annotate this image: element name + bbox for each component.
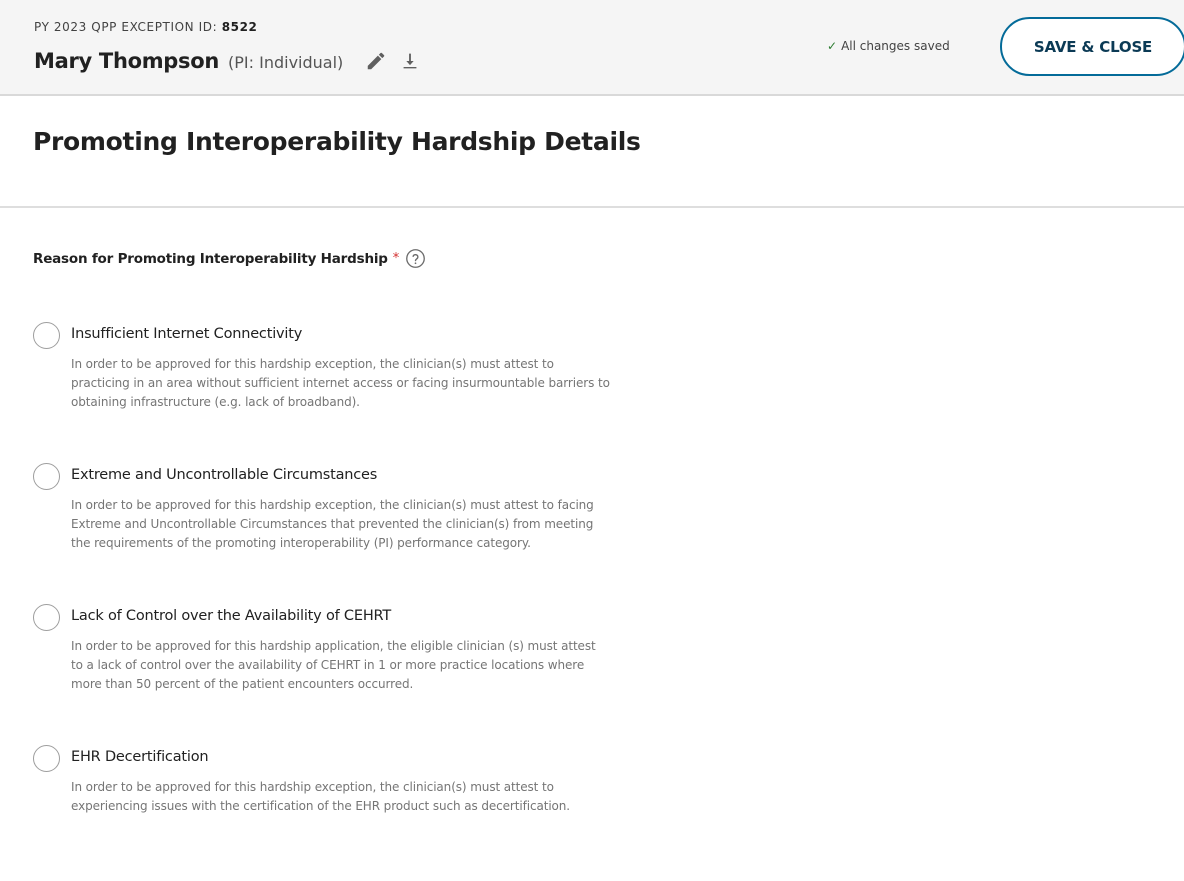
question-heading: Reason for Promoting Interoperability Ha… bbox=[33, 248, 426, 269]
clinician-line: Mary Thompson (PI: Individual) bbox=[34, 46, 421, 73]
page-title: Promoting Interoperability Hardship Deta… bbox=[33, 127, 641, 156]
question-label: Reason for Promoting Interoperability Ha… bbox=[33, 250, 388, 267]
save-status: ✓ All changes saved bbox=[827, 39, 950, 53]
checkmark-icon: ✓ bbox=[827, 39, 838, 53]
option-description: In order to be approved for this hardshi… bbox=[71, 639, 596, 691]
section-divider bbox=[0, 206, 1184, 208]
option-description: In order to be approved for this hardshi… bbox=[71, 357, 610, 409]
radio-lack-of-control-cehrt[interactable] bbox=[33, 604, 60, 631]
option-description: In order to be approved for this hardshi… bbox=[71, 498, 594, 550]
radio-insufficient-internet[interactable] bbox=[33, 322, 60, 349]
option-label[interactable]: Extreme and Uncontrollable Circumstances bbox=[71, 467, 377, 483]
clinician-name: Mary Thompson bbox=[34, 49, 220, 73]
option-description: In order to be approved for this hardshi… bbox=[71, 780, 571, 813]
exception-id-line: PY 2023 QPP EXCEPTION ID: 8522 bbox=[34, 20, 258, 34]
exception-id-value: 8522 bbox=[221, 20, 258, 34]
question-circle-icon[interactable] bbox=[405, 248, 426, 269]
page-header: PY 2023 QPP EXCEPTION ID: 8522 Mary Thom… bbox=[0, 0, 1184, 96]
option-label[interactable]: Lack of Control over the Availability of… bbox=[71, 608, 391, 624]
radio-extreme-circumstances[interactable] bbox=[33, 463, 60, 490]
radio-ehr-decertification[interactable] bbox=[33, 745, 60, 772]
option-label[interactable]: EHR Decertification bbox=[71, 749, 209, 765]
pencil-icon[interactable] bbox=[365, 50, 387, 72]
clinician-type: (PI: Individual) bbox=[228, 53, 344, 72]
required-marker: * bbox=[392, 251, 400, 266]
download-icon[interactable] bbox=[399, 50, 421, 72]
exception-id-prefix: PY 2023 QPP EXCEPTION ID: bbox=[34, 20, 222, 34]
save-and-close-button[interactable]: SAVE & CLOSE bbox=[1000, 17, 1184, 76]
save-status-text: All changes saved bbox=[841, 39, 950, 53]
option-label[interactable]: Insufficient Internet Connectivity bbox=[71, 326, 302, 342]
